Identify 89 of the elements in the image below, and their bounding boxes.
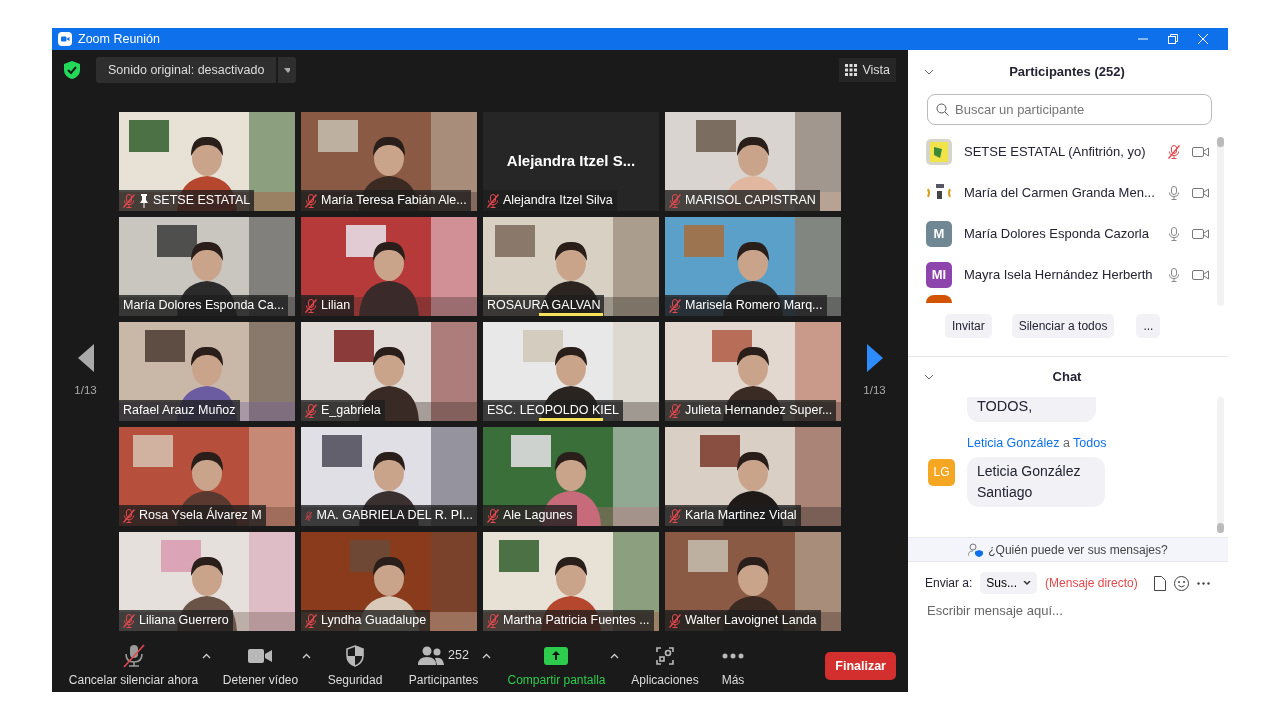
participant-name: Mayra Isela Hernández Herberth <box>964 265 1154 284</box>
apps-icon <box>655 645 675 666</box>
avatar: M <box>926 220 952 247</box>
name-label: ROSAURA GALVAN <box>483 295 605 316</box>
search-field[interactable]: Buscar un participante <box>927 94 1212 125</box>
dropdown-caret-icon[interactable] <box>278 57 297 83</box>
participant-name: SETSE ESTATAL (Anfitrión, yo) <box>964 142 1147 161</box>
shield-check-icon[interactable] <box>64 61 80 79</box>
chat-message: TODOS, <box>967 397 1096 422</box>
name-label: Martha Patricia Fuentes ... <box>483 610 654 631</box>
toolbar-button[interactable]: Seguridad <box>323 643 387 689</box>
person-shield-icon <box>968 542 985 557</box>
grid-icon <box>845 64 858 76</box>
name-label: Lilian <box>301 295 355 316</box>
name-label: SETSE ESTATAL <box>119 190 255 211</box>
participant-count: 252 <box>448 647 469 665</box>
name-label: Alejandra Itzel Silva <box>483 190 617 211</box>
view-button[interactable]: Vista <box>839 58 896 82</box>
toolbar-button[interactable]: Aplicaciones <box>627 643 703 689</box>
scrollbar[interactable] <box>1217 137 1224 306</box>
participant-name: María Dolores Esponda Cazorla <box>964 224 1150 243</box>
participant-name: María del Carmen Granda Men... <box>964 183 1156 202</box>
close-icon[interactable] <box>1198 34 1208 44</box>
name-label: Rafael Arauz Muñoz <box>119 400 240 421</box>
video-camera-icon[interactable] <box>1192 227 1209 240</box>
page-indicator: 1/13 <box>74 382 97 398</box>
chevron-icon <box>1023 580 1032 586</box>
name-label: Liliana Guerrero <box>119 610 233 631</box>
restore-icon[interactable] <box>1168 34 1178 44</box>
next-page-icon[interactable] <box>866 343 883 372</box>
direct-message-note: (Mensaje directo) <box>1045 575 1138 592</box>
end-meeting-button[interactable]: Finalizar <box>825 651 896 681</box>
avatar: MI <box>926 261 952 288</box>
collapse-icon[interactable] <box>924 374 934 380</box>
name-label: ESC. LEOPOLDO KIEL <box>483 400 623 421</box>
more-button[interactable]: ... <box>1136 314 1161 338</box>
muted-mic-icon <box>120 643 147 668</box>
video-camera-icon[interactable] <box>1192 268 1209 281</box>
video-camera-icon[interactable] <box>1192 186 1209 199</box>
page-indicator: 1/13 <box>863 382 886 398</box>
avatar-icon <box>926 138 952 165</box>
scrollbar[interactable] <box>1217 397 1224 533</box>
video-camera-icon[interactable] <box>1192 145 1209 158</box>
chat-text: a <box>1062 435 1070 450</box>
toolbar-button[interactable]: Más <box>717 643 749 689</box>
name-label: Karla Martinez Vidal <box>665 505 801 526</box>
panel-button[interactable]: Silenciar a todos <box>1011 314 1115 338</box>
name-label: Marisela Romero Marq... <box>665 295 827 316</box>
name-label: MA. GABRIELA DEL R. PI... <box>301 505 477 526</box>
window-title: Zoom Reunión <box>78 30 160 48</box>
share-screen-icon <box>544 646 569 665</box>
toolbar-button[interactable]: 252 Participantes <box>404 643 483 689</box>
shield-icon <box>345 644 365 667</box>
avatar: LG <box>928 458 955 486</box>
toolbar-button[interactable]: Detener vídeo <box>218 643 303 689</box>
name-label: Julieta Hernandez Super... <box>665 400 837 421</box>
mic-icon[interactable] <box>1168 226 1180 241</box>
name-label: MARISOL CAPISTRAN <box>665 190 820 211</box>
recipient-name[interactable]: Todos <box>1073 435 1107 450</box>
collapse-icon[interactable] <box>924 69 934 75</box>
more-icon <box>722 652 744 659</box>
video-camera-icon <box>247 646 274 665</box>
recipient-dropdown[interactable]: Sus... <box>980 572 1038 594</box>
more-icon[interactable] <box>1196 581 1210 585</box>
emoji-icon[interactable] <box>1173 575 1189 591</box>
send-to-label: Enviar a: <box>925 575 973 592</box>
toolbar-button[interactable]: Compartir pantalla <box>503 643 610 689</box>
name-label: Ale Lagunes <box>483 505 577 526</box>
toolbar-button[interactable]: Cancelar silenciar ahora <box>64 643 203 689</box>
chat-message: Leticia González Santiago <box>967 456 1105 507</box>
name-label: María Dolores Esponda Ca... <box>119 295 289 316</box>
participant-name: Alejandra Itzel S... <box>506 151 636 172</box>
name-label: María Teresa Fabián Ale... <box>301 190 471 211</box>
sender-name[interactable]: Leticia González <box>967 435 1060 450</box>
app-icon <box>58 32 72 46</box>
previous-page-icon[interactable] <box>77 343 94 372</box>
panel-title: Participantes (252) <box>1008 63 1126 82</box>
muted-mic-icon[interactable] <box>1168 144 1180 159</box>
name-label: Walter Lavoignet Landa <box>665 610 821 631</box>
mic-icon[interactable] <box>1168 185 1180 200</box>
name-label: Rosa Ysela Álvarez M <box>119 505 266 526</box>
panel-button[interactable]: Invitar <box>945 314 992 338</box>
people-icon <box>418 645 445 666</box>
name-label: E_gabriela <box>301 400 385 421</box>
mic-icon[interactable] <box>1168 267 1180 282</box>
name-label: Lyndha Guadalupe <box>301 610 431 631</box>
sound-button[interactable]: Sonido original: desactivado <box>96 57 277 83</box>
file-icon[interactable] <box>1153 575 1166 591</box>
panel-title: Chat <box>1051 368 1083 387</box>
